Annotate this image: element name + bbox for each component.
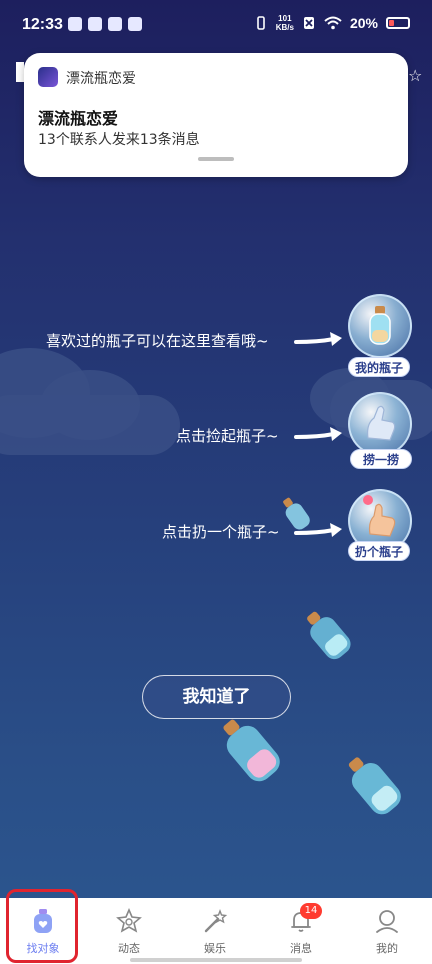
wifi-icon <box>324 16 342 30</box>
notification-title: 漂流瓶恋爱 <box>38 109 119 128</box>
arrow-icon <box>294 523 342 537</box>
header-logo-edge <box>16 62 24 82</box>
tutorial-highlight-frame <box>6 889 78 963</box>
screen: 12:33 101 KB/s 20% ☆ 漂流瓶恋爱 漂流瓶恋爱 13个联系人发… <box>0 0 432 964</box>
net-speed: 101 KB/s <box>276 14 294 32</box>
person-icon <box>376 910 398 933</box>
arrow-icon <box>294 332 342 346</box>
magic-wand-icon <box>204 909 228 933</box>
notification-app-name: 漂流瓶恋爱 <box>66 71 136 87</box>
messages-badge: 14 <box>300 903 322 919</box>
mail-icon <box>108 17 122 31</box>
header-star-icon[interactable]: ☆ <box>408 66 422 85</box>
app-notify-icon <box>68 17 82 31</box>
status-app-icons <box>68 17 142 31</box>
guide-text-pick-bottle: 点击捡起瓶子~ <box>176 427 279 445</box>
battery-icon <box>386 17 410 29</box>
hand-pick-icon <box>367 405 396 441</box>
status-time: 12:33 <box>22 16 63 33</box>
notification-drag-handle[interactable] <box>198 157 234 161</box>
home-indicator[interactable] <box>130 958 302 962</box>
tiktok-icon <box>128 17 142 31</box>
battery-text: 20% <box>349 15 378 31</box>
app-notify-icon <box>88 17 102 31</box>
tab-profile[interactable]: 我的 <box>344 898 430 964</box>
no-sim-icon <box>303 17 314 29</box>
tab-label: 我的 <box>376 942 398 955</box>
vibrate-icon <box>256 16 265 30</box>
tab-label: 娱乐 <box>204 942 226 955</box>
tab-label: 消息 <box>290 942 312 955</box>
tab-entertainment[interactable]: 娱乐 <box>172 898 258 964</box>
throw-bottle-button[interactable]: 扔个瓶子 <box>348 541 411 561</box>
status-bar: 12:33 101 KB/s 20% <box>0 0 432 52</box>
pick-bottle-button[interactable]: 捞一捞 <box>350 449 412 469</box>
hand-throw-icon <box>363 495 396 537</box>
floating-bottle-icon <box>348 757 401 815</box>
tab-label: 动态 <box>118 942 140 955</box>
net-speed-unit: KB/s <box>275 23 294 32</box>
arrow-icon <box>294 427 342 441</box>
notification-card[interactable]: 漂流瓶恋爱 漂流瓶恋爱 13个联系人发来13条消息 <box>24 53 408 177</box>
tab-moments[interactable]: 动态 <box>86 898 172 964</box>
bottle-icon <box>369 306 391 345</box>
floating-bottle-icon <box>307 611 351 660</box>
guide-text-my-bottles: 喜欢过的瓶子可以在这里查看哦~ <box>46 332 269 350</box>
notification-body: 13个联系人发来13条消息 <box>38 132 200 148</box>
my-bottles-button[interactable]: 我的瓶子 <box>348 357 411 377</box>
got-it-button[interactable]: 我知道了 <box>142 675 291 719</box>
guide-text-throw-bottle: 点击扔一个瓶子~ <box>162 523 280 541</box>
net-speed-value: 101 <box>278 14 292 23</box>
status-right: 101 KB/s 20% <box>254 14 410 32</box>
floating-bottle-icon <box>223 719 280 782</box>
star-badge-icon <box>116 908 142 933</box>
app-icon <box>38 67 58 87</box>
cloud-left <box>0 395 180 455</box>
